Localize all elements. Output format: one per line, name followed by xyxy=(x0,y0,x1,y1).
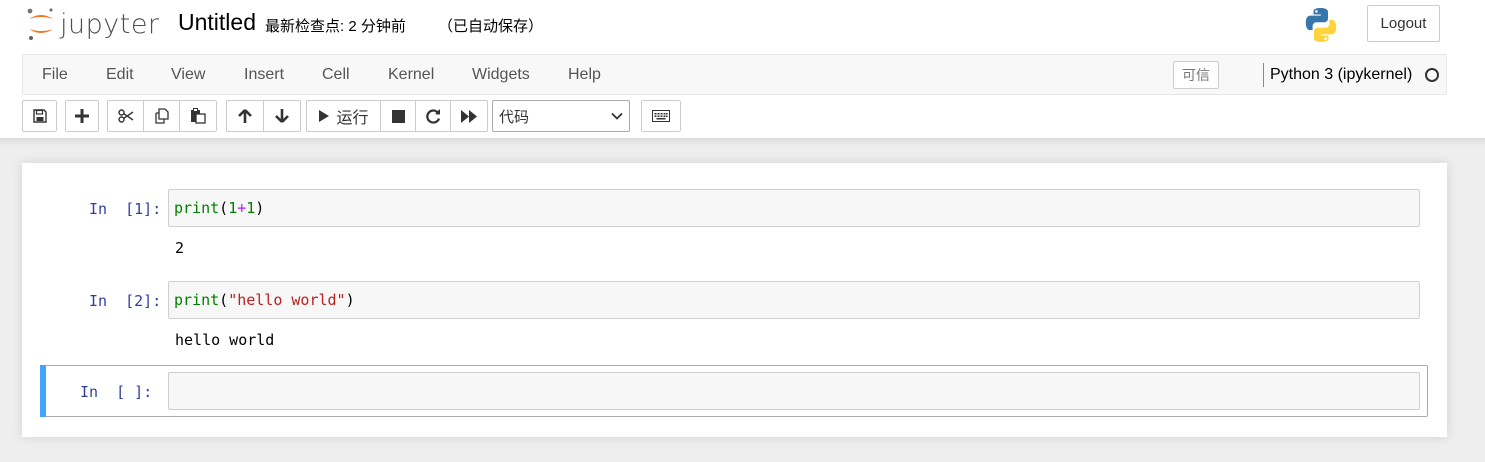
code-token: "hello world" xyxy=(228,291,346,309)
jupyter-logo[interactable]: jupyter xyxy=(26,6,160,42)
selected-cell-indicator xyxy=(40,365,46,417)
menu-edit[interactable]: Edit xyxy=(106,66,134,84)
play-icon xyxy=(319,110,330,122)
copy-icon xyxy=(154,108,169,124)
code-token: 1 xyxy=(246,199,256,217)
kernel-idle-icon xyxy=(1425,68,1439,82)
arrow-up-icon xyxy=(238,109,252,123)
interrupt-button[interactable] xyxy=(380,100,416,132)
copy-button[interactable] xyxy=(143,100,180,132)
header-shadow xyxy=(0,138,1485,146)
notebook-container: In [1]: print(1+1) 2 In [2]: print("hell… xyxy=(22,163,1447,437)
paste-button[interactable] xyxy=(179,100,217,132)
insert-cell-button[interactable] xyxy=(65,100,99,132)
menu-file[interactable]: File xyxy=(42,66,68,84)
autosave-status: （已自动保存） xyxy=(438,18,544,35)
jupyter-logo-text: jupyter xyxy=(60,8,160,40)
code-input[interactable] xyxy=(168,372,1420,410)
save-icon xyxy=(32,109,47,123)
code-token: ( xyxy=(219,199,229,217)
cell-output: 2 xyxy=(175,239,185,257)
code-input[interactable]: print(1+1) xyxy=(168,189,1420,227)
restart-run-all-button[interactable] xyxy=(450,100,488,132)
run-label: 运行 xyxy=(336,110,369,127)
chevron-down-icon xyxy=(611,112,623,120)
cell-output: hello world xyxy=(175,331,275,349)
code-token: ) xyxy=(255,199,265,217)
code-token: print xyxy=(174,291,220,309)
stop-icon xyxy=(391,109,405,123)
menu-insert[interactable]: Insert xyxy=(244,66,284,84)
plus-icon xyxy=(75,109,89,123)
input-prompt: In [ ]: xyxy=(80,383,153,401)
run-button[interactable]: 运行 xyxy=(306,100,381,132)
restart-button[interactable] xyxy=(415,100,451,132)
arrow-down-icon xyxy=(275,109,289,123)
menubar: File Edit View Insert Cell Kernel Widget… xyxy=(22,54,1447,95)
code-input[interactable]: print("hello world") xyxy=(168,281,1420,319)
command-palette-button[interactable] xyxy=(641,100,681,132)
code-token: 1 xyxy=(228,199,238,217)
fast-forward-icon xyxy=(461,109,477,123)
logout-button[interactable]: Logout xyxy=(1367,5,1440,42)
cut-icon xyxy=(117,109,133,123)
toolbar: 运行 代码 xyxy=(22,100,722,133)
menu-view[interactable]: View xyxy=(171,66,205,84)
save-button[interactable] xyxy=(22,100,57,132)
move-down-button[interactable] xyxy=(263,100,301,132)
python-logo-icon xyxy=(1305,8,1337,42)
cut-button[interactable] xyxy=(107,100,144,132)
input-prompt: In [1]: xyxy=(89,200,162,218)
paste-icon xyxy=(191,108,206,124)
menu-cell[interactable]: Cell xyxy=(322,66,350,84)
cell-type-select[interactable]: 代码 xyxy=(492,100,630,132)
kernel-divider xyxy=(1263,63,1264,87)
refresh-icon xyxy=(425,108,440,124)
move-up-button[interactable] xyxy=(226,100,264,132)
kernel-name[interactable]: Python 3 (ipykernel) xyxy=(1270,66,1412,84)
code-token: ) xyxy=(345,291,355,309)
menu-help[interactable]: Help xyxy=(568,66,601,84)
menu-kernel[interactable]: Kernel xyxy=(388,66,434,84)
code-token: print xyxy=(174,199,220,217)
checkpoint-status: 最新检查点: 2 分钟前 xyxy=(265,18,406,35)
trusted-indicator[interactable]: 可信 xyxy=(1173,61,1219,89)
notebook-name[interactable]: Untitled xyxy=(178,9,256,36)
code-token: + xyxy=(237,199,247,217)
menu-widgets[interactable]: Widgets xyxy=(472,66,530,84)
jupyter-logo-icon xyxy=(27,8,53,40)
keyboard-icon xyxy=(652,110,670,122)
cell-type-value: 代码 xyxy=(499,108,530,126)
code-token: ( xyxy=(219,291,229,309)
input-prompt: In [2]: xyxy=(89,292,162,310)
